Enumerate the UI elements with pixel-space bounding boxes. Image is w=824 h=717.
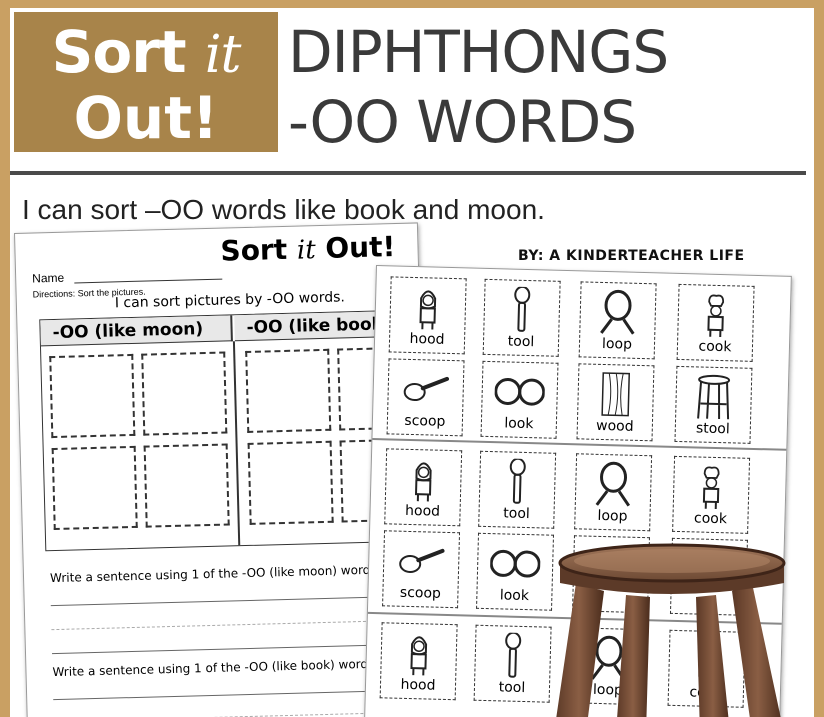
- picture-card-cook: cook: [672, 455, 751, 534]
- cook-icon: [678, 289, 753, 341]
- picture-card-loop: loop: [578, 281, 657, 360]
- card-label: scoop: [404, 412, 446, 430]
- page-title-line1: DIPHTHONGS: [288, 18, 669, 86]
- badge-out-text: Out!: [73, 84, 219, 152]
- picture-card-look: look: [476, 532, 554, 611]
- i-can-statement: I can sort pictures by -OO words.: [114, 289, 346, 312]
- card-label: cook: [693, 510, 728, 528]
- subtitle: I can sort –OO words like book and moon.: [22, 194, 545, 225]
- card-label: hood: [400, 676, 436, 694]
- card-label: loop: [597, 507, 628, 525]
- column-divider: [232, 341, 241, 546]
- sort-box: [143, 443, 230, 528]
- sort-box: [141, 351, 228, 436]
- product-page: Sort it Out! DIPHTHONGS -OO WORDS I can …: [10, 8, 814, 717]
- picture-card-look: look: [480, 360, 559, 439]
- wood-icon: [578, 368, 653, 420]
- card-label: tool: [507, 333, 535, 351]
- tool-icon: [484, 284, 559, 336]
- picture-card-scoop: scoop: [386, 358, 465, 437]
- picture-card-tool: tool: [478, 450, 557, 529]
- divider: [10, 171, 806, 175]
- picture-card-hood: hood: [388, 276, 467, 355]
- wooden-stool-image: [556, 543, 786, 717]
- picture-card-scoop: scoop: [382, 530, 461, 609]
- card-label: tool: [503, 505, 530, 523]
- picture-card-cook: cook: [676, 283, 755, 362]
- scoop-icon: [388, 363, 463, 415]
- card-label: tool: [498, 679, 526, 697]
- hood-icon: [390, 281, 465, 333]
- name-label: Name: [32, 270, 65, 286]
- picture-card-loop: loop: [574, 453, 653, 532]
- sort-box: [247, 440, 334, 525]
- sort-box: [51, 445, 138, 531]
- tool-icon: [475, 630, 550, 682]
- picture-card-tool: tool: [473, 624, 552, 703]
- sort-it-out-badge: Sort it Out!: [14, 12, 278, 152]
- card-label: look: [499, 587, 530, 605]
- card-label: hood: [409, 330, 445, 348]
- look-icon: [478, 538, 553, 590]
- picture-card-tool: tool: [482, 278, 561, 357]
- sort-box: [49, 353, 136, 439]
- scoop-icon: [384, 535, 459, 587]
- badge-sort-text: Sort: [51, 18, 187, 86]
- card-label: look: [504, 415, 534, 433]
- picture-card-wood: wood: [576, 363, 655, 442]
- loop-icon: [576, 458, 651, 510]
- card-label: wood: [595, 417, 634, 435]
- worksheet-title: Sort it Out!: [220, 230, 396, 268]
- card-label: scoop: [399, 584, 442, 602]
- card-label: stool: [695, 420, 730, 438]
- card-label: cook: [698, 338, 732, 356]
- name-line: [74, 278, 223, 284]
- picture-card-hood: hood: [384, 448, 463, 527]
- stool-icon: [676, 371, 751, 423]
- loop-icon: [580, 286, 655, 338]
- badge-it-text: it: [204, 25, 242, 85]
- hood-icon: [386, 453, 461, 505]
- sentence-prompt-moon: Write a sentence using 1 of the -OO (lik…: [49, 562, 381, 586]
- sort-box: [245, 348, 332, 433]
- card-label: hood: [404, 502, 441, 520]
- byline: BY: A KINDERTEACHER LIFE: [518, 248, 745, 264]
- card-label: loop: [601, 335, 633, 353]
- column-header-moon: -OO (like moon): [40, 315, 233, 347]
- picture-card-hood: hood: [379, 622, 458, 701]
- picture-card-stool: stool: [674, 365, 753, 444]
- cook-icon: [674, 461, 749, 513]
- sentence-prompt-book: Write a sentence using 1 of the -OO (lik…: [52, 656, 379, 680]
- look-icon: [482, 366, 557, 418]
- hood-icon: [381, 627, 456, 679]
- tool-icon: [480, 456, 555, 508]
- page-title-line2: -OO WORDS: [288, 88, 637, 156]
